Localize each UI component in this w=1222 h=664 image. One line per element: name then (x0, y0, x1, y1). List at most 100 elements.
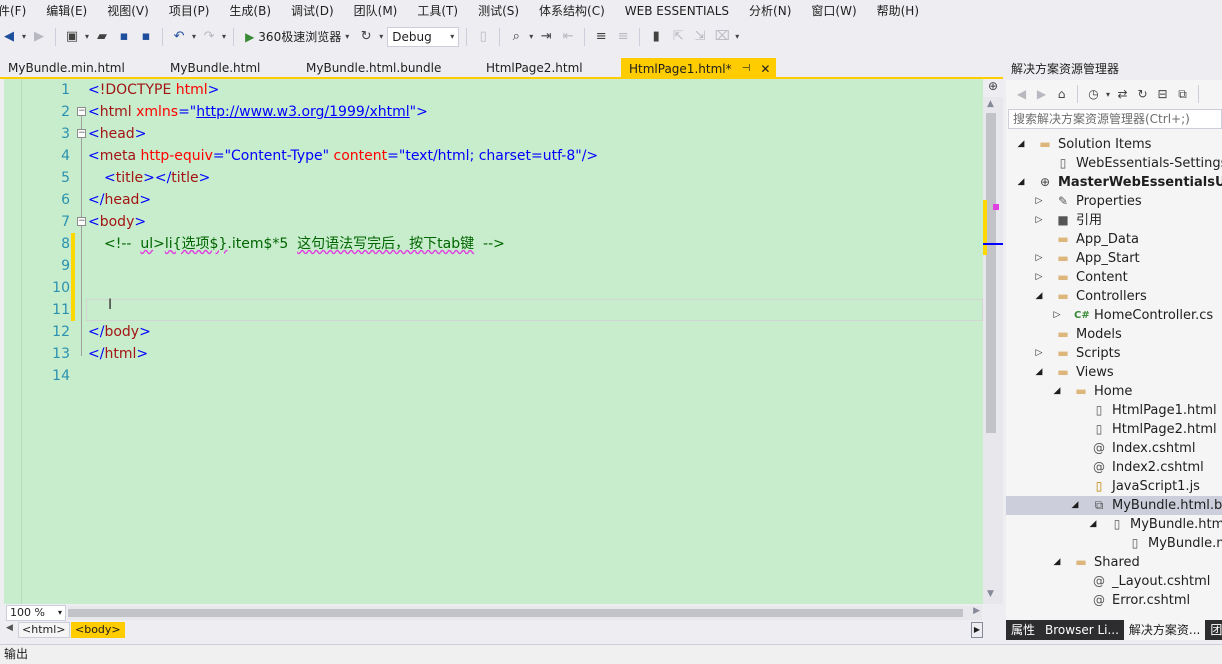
menu-help[interactable]: 帮助(H) (867, 0, 929, 22)
expand-icon[interactable]: ▷ (1034, 192, 1044, 211)
expand-icon[interactable]: ▷ (1034, 344, 1044, 363)
tab-browser-link[interactable]: Browser Li... (1040, 620, 1124, 640)
solution-configuration-select[interactable]: Debug ▾ (387, 26, 460, 47)
output-panel-tab[interactable]: 输出 (4, 647, 28, 661)
save-icon[interactable]: ▪ (115, 27, 133, 47)
start-debugging-button[interactable]: ▶ 360极速浏览器 ▾ (241, 27, 353, 47)
editor-horizontal-scrollbar[interactable]: ▶ (68, 606, 982, 620)
collapse-icon[interactable]: ◢ (1034, 363, 1044, 382)
undo-dropdown-icon[interactable]: ▾ (192, 32, 196, 41)
sync-icon[interactable]: ⇄ (1115, 84, 1130, 104)
tree-item[interactable]: ◢ ⧉ MyBundle.html.bun (1006, 496, 1222, 515)
tree-item[interactable]: ▷ ▬ App_Start (1006, 249, 1222, 268)
bookmark-icon[interactable]: ▮ (647, 27, 665, 47)
tree-item[interactable]: ▷ ■ 引用 (1006, 211, 1222, 230)
tree-item[interactable]: ◢ ▬ Home (1006, 382, 1222, 401)
collapse-icon[interactable]: − (77, 217, 86, 226)
menu-project[interactable]: 项目(P) (159, 0, 220, 22)
redo-icon[interactable]: ↷ (200, 27, 218, 47)
tab-mybundle-min-html[interactable]: MyBundle.min.html (0, 58, 133, 78)
scroll-right-icon[interactable]: ▶ (971, 622, 983, 638)
find-in-files-icon[interactable]: ⌕ (507, 27, 525, 47)
tab-htmlpage2-html[interactable]: HtmlPage2.html (478, 58, 591, 78)
menu-team[interactable]: 团队(M) (344, 0, 408, 22)
uncomment-icon[interactable]: ≡ (614, 27, 632, 47)
tab-mybundle-html[interactable]: MyBundle.html (162, 58, 268, 78)
new-project-icon[interactable]: ▣ (63, 27, 81, 47)
scroll-right-icon[interactable]: ▶ (973, 606, 980, 616)
collapse-all-icon[interactable]: ⊟ (1155, 84, 1170, 104)
forward-icon[interactable]: ▶ (1034, 84, 1049, 104)
tree-item[interactable]: ▷ ▬ Content (1006, 268, 1222, 287)
previous-bookmark-icon[interactable]: ⇱ (669, 27, 687, 47)
back-icon[interactable]: ◀ (1014, 84, 1029, 104)
navigate-back-dropdown-icon[interactable]: ▾ (22, 32, 26, 41)
tree-item[interactable]: @ Index.cshtml (1006, 439, 1222, 458)
find-dropdown-icon[interactable]: ▾ (529, 32, 533, 41)
collapse-icon[interactable]: ◢ (1016, 135, 1026, 154)
tree-item[interactable]: ▯ WebEssentials-Settings.js (1006, 154, 1222, 173)
attach-icon[interactable]: ▯ (474, 27, 492, 47)
tab-properties[interactable]: 属性 (1006, 620, 1040, 640)
menu-analyze[interactable]: 分析(N) (739, 0, 801, 22)
scroll-up-icon[interactable]: ▲ (987, 99, 994, 109)
collapse-icon[interactable]: ◢ (1016, 173, 1026, 192)
toolbar-overflow-icon[interactable]: ▾ (735, 32, 739, 41)
menu-build[interactable]: 生成(B) (219, 0, 281, 22)
save-all-icon[interactable]: ▪ (137, 27, 155, 47)
tree-item[interactable]: @ _Layout.cshtml (1006, 572, 1222, 591)
tree-item[interactable]: ◢ ▬ Shared (1006, 553, 1222, 572)
redo-dropdown-icon[interactable]: ▾ (222, 32, 226, 41)
chevron-down-icon[interactable]: ▾ (1106, 90, 1110, 99)
comment-icon[interactable]: ≡ (592, 27, 610, 47)
tree-item[interactable]: ◢ ▬ Controllers (1006, 287, 1222, 306)
menu-file[interactable]: 件(F) (0, 0, 36, 22)
new-project-dropdown-icon[interactable]: ▾ (85, 32, 89, 41)
tree-item[interactable]: ▯ MyBundle.mi (1006, 534, 1222, 553)
code-editor[interactable]: 1 <!DOCTYPE html> 2 − <html xmlns="http:… (4, 79, 983, 604)
editor-vertical-scrollbar[interactable]: ▲ ▼ (983, 79, 1003, 604)
tree-item[interactable]: ◢ ⊕ MasterWebEssentialsUsage (1006, 173, 1222, 192)
navigate-forward-icon[interactable]: ▶ (30, 27, 48, 47)
tree-item[interactable]: ▯ HtmlPage1.html (1006, 401, 1222, 420)
scroll-left-icon[interactable]: ◀ (6, 623, 13, 633)
navigate-back-icon[interactable]: ◀ (0, 27, 18, 47)
indent-icon[interactable]: ⇥ (537, 27, 555, 47)
tree-item[interactable]: ▬ App_Data (1006, 230, 1222, 249)
expand-icon[interactable]: ▷ (1034, 211, 1044, 230)
tree-item[interactable]: ▷ ✎ Properties (1006, 192, 1222, 211)
split-window-icon[interactable]: ⊕ (983, 79, 1003, 97)
expand-icon[interactable]: ▷ (1034, 249, 1044, 268)
menu-view[interactable]: 视图(V) (97, 0, 159, 22)
close-icon[interactable]: ✕ (760, 59, 770, 79)
tree-item[interactable]: ▷ C# HomeController.cs (1006, 306, 1222, 325)
clear-bookmarks-icon[interactable]: ⌧ (713, 27, 731, 47)
tab-team-explorer[interactable]: 团 (1205, 620, 1222, 640)
menu-edit[interactable]: 编辑(E) (36, 0, 97, 22)
next-bookmark-icon[interactable]: ⇲ (691, 27, 709, 47)
tree-item[interactable]: ▯ JavaScript1.js (1006, 477, 1222, 496)
tab-mybundle-html-bundle[interactable]: MyBundle.html.bundle (298, 58, 449, 78)
home-icon[interactable]: ⌂ (1054, 84, 1069, 104)
tab-htmlpage1-html[interactable]: HtmlPage1.html* ⊣ ✕ (621, 58, 777, 79)
refresh-icon[interactable]: ↻ (1135, 84, 1150, 104)
refresh-icon[interactable]: ↻ (357, 27, 375, 47)
outdent-icon[interactable]: ⇤ (559, 27, 577, 47)
tab-solution-explorer[interactable]: 解决方案资... (1123, 620, 1206, 640)
collapse-icon[interactable]: ◢ (1052, 382, 1062, 401)
pin-icon[interactable]: ⊣ (742, 59, 751, 79)
collapse-icon[interactable]: ◢ (1034, 287, 1044, 306)
collapse-icon[interactable]: ◢ (1052, 553, 1062, 572)
undo-icon[interactable]: ↶ (170, 27, 188, 47)
menu-web-essentials[interactable]: WEB ESSENTIALS (615, 0, 739, 22)
zoom-select[interactable]: 100 % ▾ (6, 605, 66, 621)
refresh-dropdown-icon[interactable]: ▾ (379, 32, 383, 41)
code-link[interactable]: http://www.w3.org/1999/xhtml (196, 104, 409, 120)
scroll-down-icon[interactable]: ▼ (987, 589, 994, 599)
menu-window[interactable]: 窗口(W) (801, 0, 866, 22)
menu-test[interactable]: 测试(S) (468, 0, 529, 22)
collapse-icon[interactable]: ◢ (1070, 496, 1080, 515)
tree-item[interactable]: @ Error.cshtml (1006, 591, 1222, 610)
show-all-files-icon[interactable]: ⧉ (1175, 84, 1190, 104)
collapse-icon[interactable]: − (77, 107, 86, 116)
